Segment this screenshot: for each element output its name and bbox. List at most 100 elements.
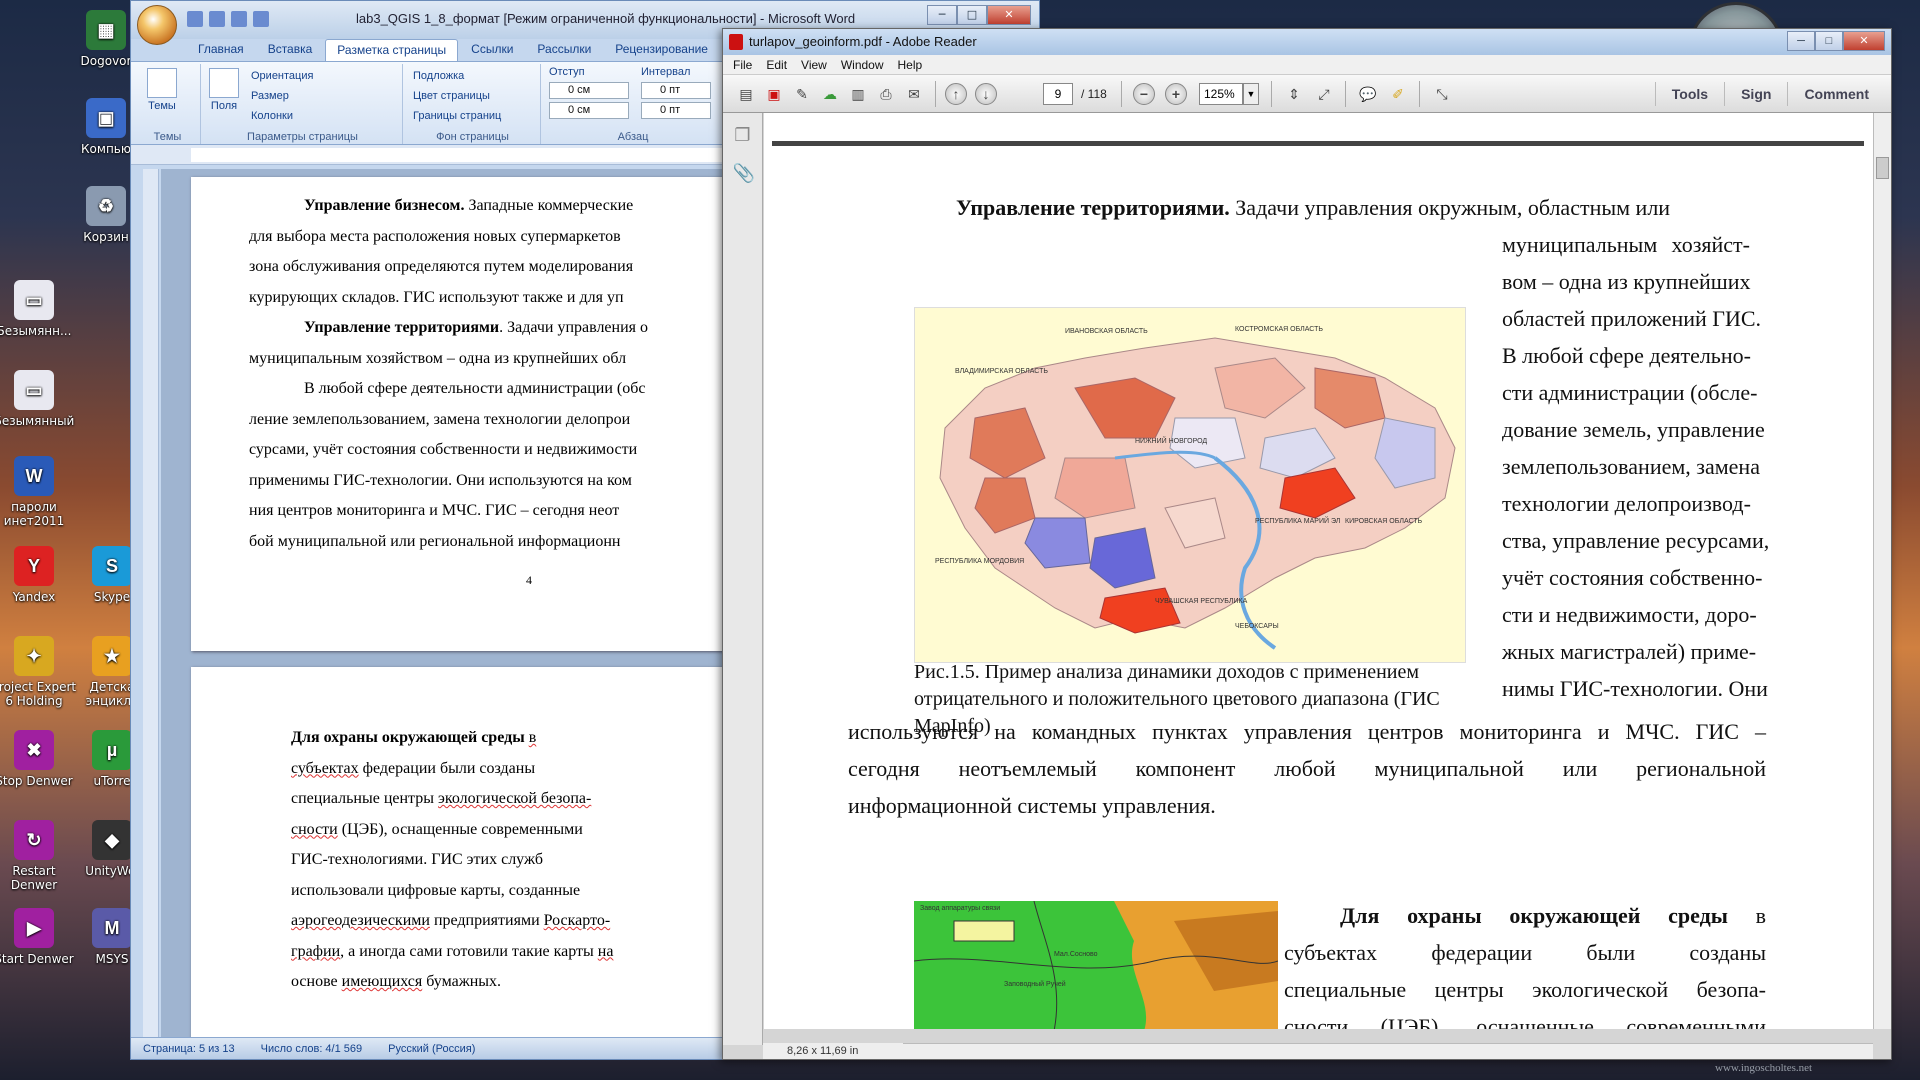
pdf-line: дование земель, управление [1502, 417, 1765, 442]
pdf-line: землепользованием, замена [1502, 454, 1760, 479]
horizontal-scrollbar[interactable] [903, 1043, 1873, 1059]
fit-width-icon[interactable]: ⤢ [1313, 83, 1335, 105]
vertical-scrollbar[interactable] [1873, 113, 1891, 1029]
menu-view[interactable]: View [801, 55, 827, 74]
reader-maximize-button[interactable]: □ [1815, 31, 1843, 51]
pane-comment[interactable]: Comment [1787, 82, 1885, 106]
save-icon[interactable] [187, 11, 203, 27]
ribbon-tab[interactable]: Вставка [257, 39, 324, 61]
desktop-icon[interactable]: Wпароли инет2011 [0, 456, 78, 528]
create-pdf-icon[interactable]: ▤ [735, 83, 757, 105]
zoom-out-icon[interactable]: − [1133, 83, 1155, 105]
desktop-icon-label: Безымянный [0, 414, 75, 428]
word-maximize-button[interactable]: □ [957, 5, 987, 25]
desktop-icon[interactable]: ▭ Безымянный [0, 370, 78, 428]
status-words[interactable]: Число слов: 4/1 569 [261, 1043, 363, 1055]
pdf-line: сти и недвижимости, доро- [1502, 602, 1757, 627]
pdf-line: специальные центры экологической безопа- [1284, 977, 1766, 1002]
export-pdf-icon[interactable]: ▣ [763, 83, 785, 105]
vertical-ruler[interactable] [143, 169, 159, 1037]
indent-right-input[interactable]: 0 см [549, 102, 629, 119]
status-language[interactable]: Русский (Россия) [388, 1043, 475, 1055]
desktop-icon-label: Yandex [12, 590, 56, 604]
cloud-upload-icon[interactable]: ☁ [819, 83, 841, 105]
page-borders-button[interactable]: Границы страниц [413, 110, 501, 122]
comment-icon[interactable]: 💬 [1357, 83, 1379, 105]
reader-window-title: turlapov_geoinform.pdf - Adobe Reader [749, 34, 977, 49]
app-icon: ▶ [14, 908, 54, 948]
pdf-viewport[interactable]: Управление территориями. Задачи управлен… [764, 113, 1874, 1029]
save-icon[interactable]: ▥ [847, 83, 869, 105]
desktop-icon[interactable]: ▭ Безымянн... [0, 280, 78, 338]
attachments-icon[interactable]: 📎 [733, 163, 755, 187]
spacing-after-input[interactable]: 0 пт [641, 102, 711, 119]
desktop-icon[interactable]: ✖ Stop Denwer [0, 730, 78, 788]
pdf-env-paragraph: субъектах федерации были созданы специаль… [1284, 934, 1766, 1029]
undo-icon[interactable] [209, 11, 225, 27]
fullscreen-icon[interactable]: ⤡ [1431, 83, 1453, 105]
size-button[interactable]: Размер [251, 90, 289, 102]
pdf-line: учёт состояния собственно- [1502, 565, 1763, 590]
edit-icon[interactable]: ✎ [791, 83, 813, 105]
desktop-icon[interactable]: ↻ Restart Denwer [0, 820, 78, 892]
themes-button[interactable]: Темы [147, 68, 177, 112]
ribbon-tab[interactable]: Ссылки [460, 39, 524, 61]
ribbon-tab[interactable]: Рецензирование [604, 39, 719, 61]
page-color-button[interactable]: Цвет страницы [413, 90, 490, 102]
map-label: Мал.Сосново [1054, 951, 1098, 958]
menu-help[interactable]: Help [898, 55, 923, 74]
ribbon-group-page-setup: Поля Ориентация Размер Колонки Параметры… [203, 64, 403, 144]
page-thumbnails-icon[interactable]: ❐ [733, 125, 753, 149]
zoom-dropdown-icon[interactable]: ▼ [1243, 83, 1259, 105]
zoom-in-icon[interactable]: + [1165, 83, 1187, 105]
print-icon[interactable]: ⎙ [875, 83, 897, 105]
pdf-line: сности (ЦЭБ), оснащенные современными [1284, 1014, 1766, 1029]
reader-minimize-button[interactable]: ─ [1787, 31, 1815, 51]
page-total: / 118 [1081, 87, 1107, 101]
columns-button[interactable]: Колонки [251, 110, 293, 122]
email-icon[interactable]: ✉ [903, 83, 925, 105]
app-icon: M [92, 908, 132, 948]
menu-window[interactable]: Window [841, 55, 884, 74]
pdf-heading-line: Управление территориями. Задачи управлен… [956, 195, 1671, 220]
redo-icon[interactable] [231, 11, 247, 27]
margins-button[interactable]: Поля [209, 68, 239, 112]
scroll-thumb[interactable] [1876, 157, 1889, 179]
watermark-button[interactable]: Подложка [413, 70, 464, 82]
desktop-icon[interactable]: ✦ Project Expert 6 Holding [0, 636, 78, 708]
pdf-line: нимы ГИС-технологии. Они [1502, 676, 1768, 701]
navigation-panel: ❐ 📎 [723, 113, 763, 1045]
highlight-icon[interactable]: ✐ [1387, 83, 1409, 105]
pane-sign[interactable]: Sign [1724, 82, 1787, 106]
indent-left-input[interactable]: 0 см [549, 82, 629, 99]
ribbon-tab[interactable]: Главная [187, 39, 255, 61]
zoom-input[interactable]: 125% [1199, 83, 1243, 105]
reader-menu-bar: File Edit View Window Help [723, 55, 1891, 75]
desktop-icon[interactable]: ▶ Start Denwer [0, 908, 78, 966]
menu-file[interactable]: File [733, 55, 752, 74]
office-button[interactable] [137, 5, 177, 45]
word-minimize-button[interactable]: ─ [927, 5, 957, 25]
reader-close-button[interactable]: ✕ [1843, 31, 1885, 51]
desktop-icon[interactable]: Y Yandex [0, 546, 78, 604]
environment-map-figure: Завод аппаратуры связи Мал.Сосново Заповод… [914, 901, 1278, 1029]
spacing-before-input[interactable]: 0 пт [641, 82, 711, 99]
status-page[interactable]: Страница: 5 из 13 [143, 1043, 235, 1055]
menu-edit[interactable]: Edit [766, 55, 787, 74]
text-run: . Задачи управления о [499, 319, 649, 336]
ribbon-tab[interactable]: Рассылки [526, 39, 602, 61]
pane-tools[interactable]: Tools [1654, 82, 1724, 106]
app-icon: ★ [92, 636, 132, 676]
next-page-icon[interactable]: ↓ [975, 83, 997, 105]
text-run: применимы ГИС-технологии. Они используют… [249, 471, 632, 489]
pdf-line: сегодня неотъемлемый компонент любой мун… [848, 756, 1766, 781]
print-icon[interactable] [253, 11, 269, 27]
word-close-button[interactable]: ✕ [987, 5, 1031, 25]
map-label: РЕСПУБЛИКА МАРИЙ ЭЛ [1255, 518, 1341, 525]
page-number-input[interactable]: 9 [1043, 83, 1073, 105]
previous-page-icon[interactable]: ↑ [945, 83, 967, 105]
orientation-button[interactable]: Ориентация [251, 70, 313, 82]
fit-page-icon[interactable]: ⇕ [1283, 83, 1305, 105]
ribbon-tab[interactable]: Разметка страницы [325, 39, 459, 61]
pdf-line: ства, управление ресурсами, [1502, 528, 1770, 553]
